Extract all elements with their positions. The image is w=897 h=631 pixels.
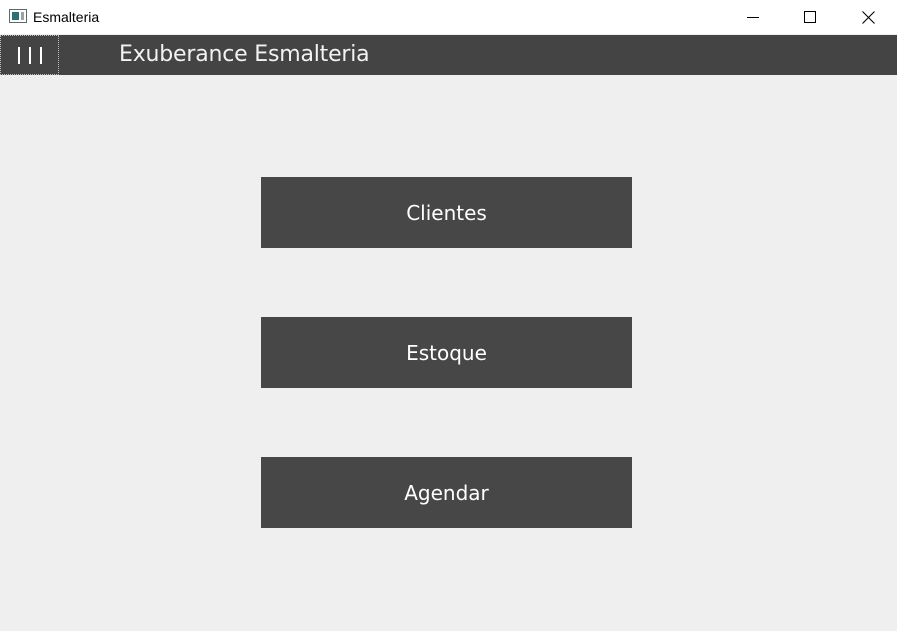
app-icon bbox=[9, 9, 27, 23]
app-window: Esmalteria Exuberance Esmalteria Cliente… bbox=[0, 0, 897, 631]
title-bar[interactable]: Esmalteria bbox=[0, 0, 897, 34]
minimize-button[interactable] bbox=[724, 0, 782, 34]
minimize-icon bbox=[747, 17, 759, 18]
maximize-icon bbox=[804, 11, 816, 23]
menu-toggle-button[interactable] bbox=[0, 35, 59, 75]
agendar-button-label: Agendar bbox=[404, 480, 489, 505]
close-icon bbox=[861, 10, 875, 24]
app-header: Exuberance Esmalteria bbox=[0, 35, 897, 75]
window-title: Esmalteria bbox=[33, 9, 100, 25]
estoque-button[interactable]: Estoque bbox=[261, 317, 632, 388]
agendar-button[interactable]: Agendar bbox=[261, 457, 632, 528]
app-title: Exuberance Esmalteria bbox=[119, 42, 370, 67]
clientes-button-label: Clientes bbox=[406, 200, 487, 225]
estoque-button-label: Estoque bbox=[406, 340, 487, 365]
close-button[interactable] bbox=[839, 0, 897, 34]
clientes-button[interactable]: Clientes bbox=[261, 177, 632, 248]
hamburger-icon bbox=[17, 45, 42, 65]
maximize-button[interactable] bbox=[781, 0, 839, 34]
